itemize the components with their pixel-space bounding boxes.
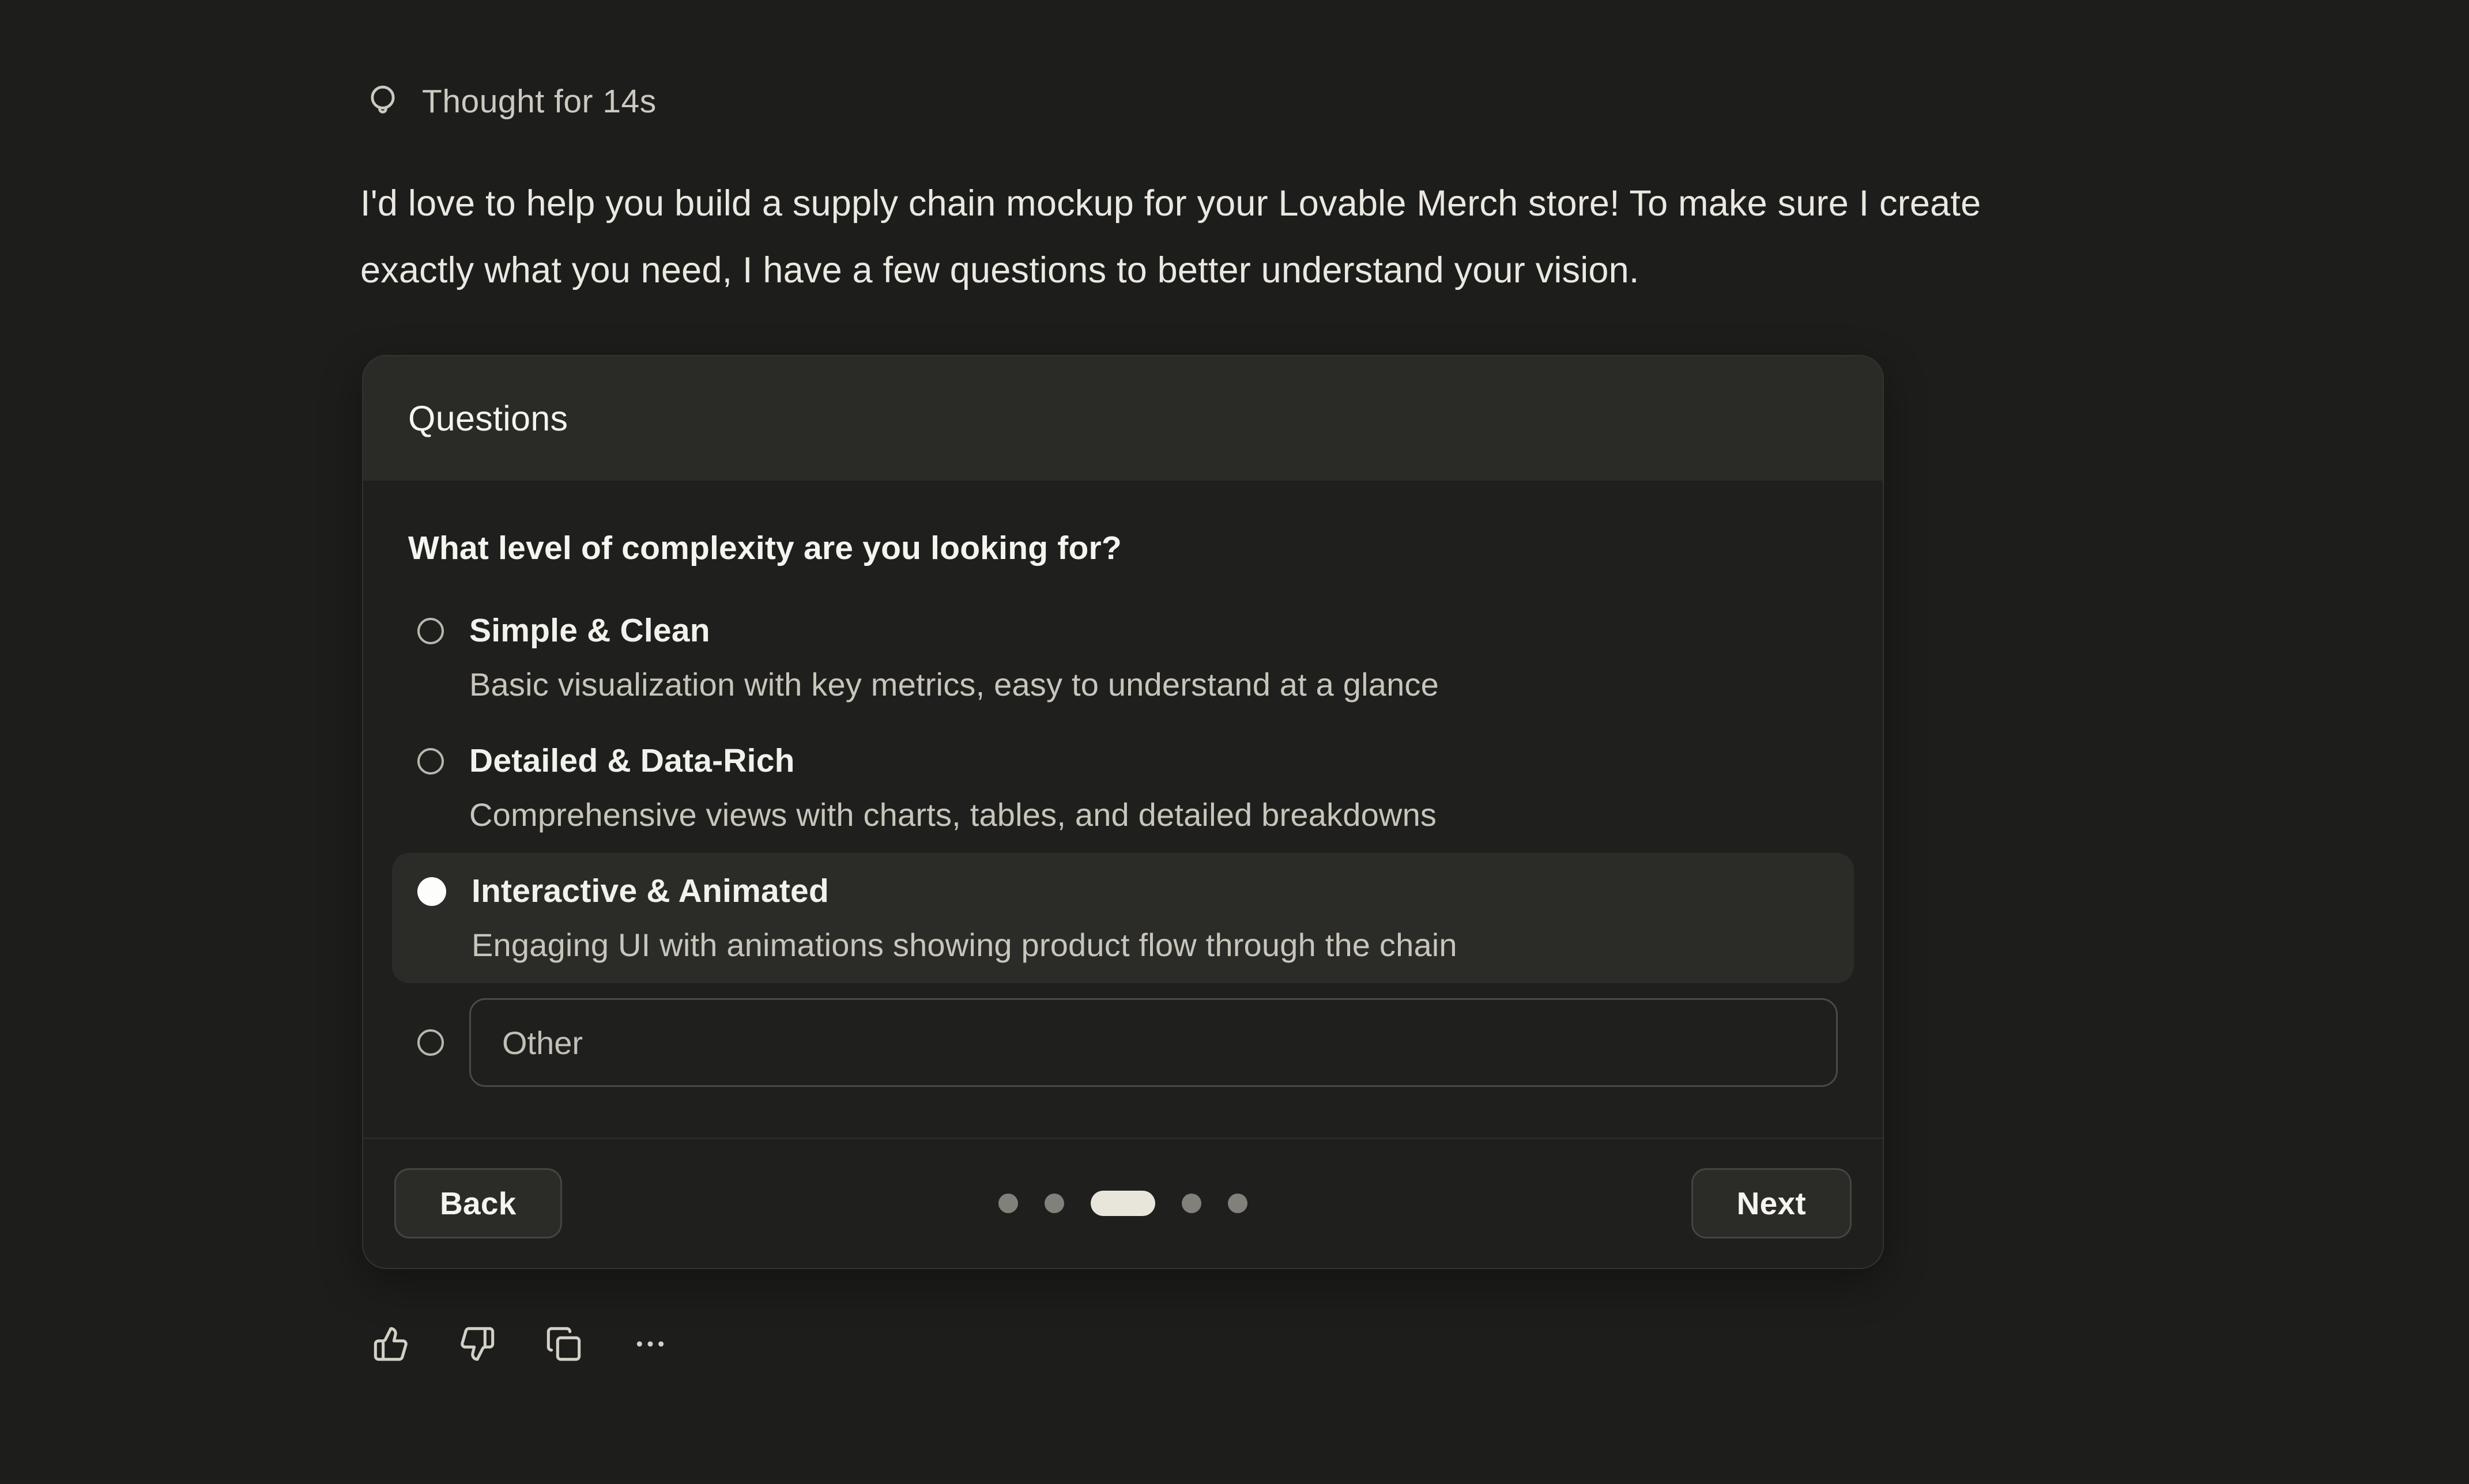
- back-button[interactable]: Back: [394, 1168, 562, 1238]
- card-body: What level of complexity are you looking…: [363, 481, 1883, 1138]
- next-button[interactable]: Next: [1691, 1168, 1852, 1238]
- lightbulb-icon: [363, 82, 402, 121]
- message-line: I'd love to help you build a supply chai…: [360, 170, 1981, 237]
- message-line: exactly what you need, I have a few ques…: [360, 237, 1981, 304]
- pagination: [998, 1191, 1247, 1216]
- option-description: Comprehensive views with charts, tables,…: [469, 794, 1437, 836]
- option-title: Detailed & Data-Rich: [469, 740, 1437, 781]
- radio-unchecked-icon[interactable]: [417, 748, 444, 775]
- option-simple-clean[interactable]: Simple & Clean Basic visualization with …: [392, 592, 1854, 723]
- chat-response: Thought for 14s I'd love to help you bui…: [0, 0, 2469, 1484]
- thumbs-down-icon[interactable]: [459, 1326, 496, 1362]
- pagination-dot[interactable]: [998, 1194, 1018, 1213]
- pagination-dot[interactable]: [1228, 1194, 1247, 1213]
- thought-label: Thought for 14s: [422, 82, 657, 120]
- radio-checked-icon[interactable]: [417, 877, 446, 906]
- option-title: Interactive & Animated: [472, 870, 1457, 912]
- radio-unchecked-icon[interactable]: [417, 1029, 444, 1056]
- more-options-icon[interactable]: [632, 1326, 669, 1362]
- option-detailed-data-rich[interactable]: Detailed & Data-Rich Comprehensive views…: [392, 723, 1854, 853]
- question-text: What level of complexity are you looking…: [408, 529, 1838, 567]
- option-title: Simple & Clean: [469, 610, 1439, 651]
- option-description: Engaging UI with animations showing prod…: [472, 924, 1457, 966]
- copy-icon[interactable]: [545, 1326, 582, 1362]
- option-interactive-animated[interactable]: Interactive & Animated Engaging UI with …: [392, 853, 1854, 983]
- options-list: Simple & Clean Basic visualization with …: [408, 592, 1838, 1087]
- pagination-dot-active[interactable]: [1091, 1191, 1155, 1216]
- radio-unchecked-icon[interactable]: [417, 618, 444, 644]
- pagination-dot[interactable]: [1182, 1194, 1201, 1213]
- option-other[interactable]: [392, 998, 1854, 1087]
- assistant-message: I'd love to help you build a supply chai…: [360, 170, 1981, 304]
- other-input[interactable]: [469, 998, 1838, 1087]
- option-description: Basic visualization with key metrics, ea…: [469, 664, 1439, 705]
- thumbs-up-icon[interactable]: [372, 1326, 409, 1362]
- message-actions: [372, 1326, 669, 1362]
- questions-card: Questions What level of complexity are y…: [362, 355, 1884, 1269]
- thought-toggle[interactable]: Thought for 14s: [363, 82, 657, 121]
- card-title: Questions: [363, 356, 1883, 481]
- card-footer: Back Next: [363, 1138, 1883, 1268]
- pagination-dot[interactable]: [1045, 1194, 1064, 1213]
